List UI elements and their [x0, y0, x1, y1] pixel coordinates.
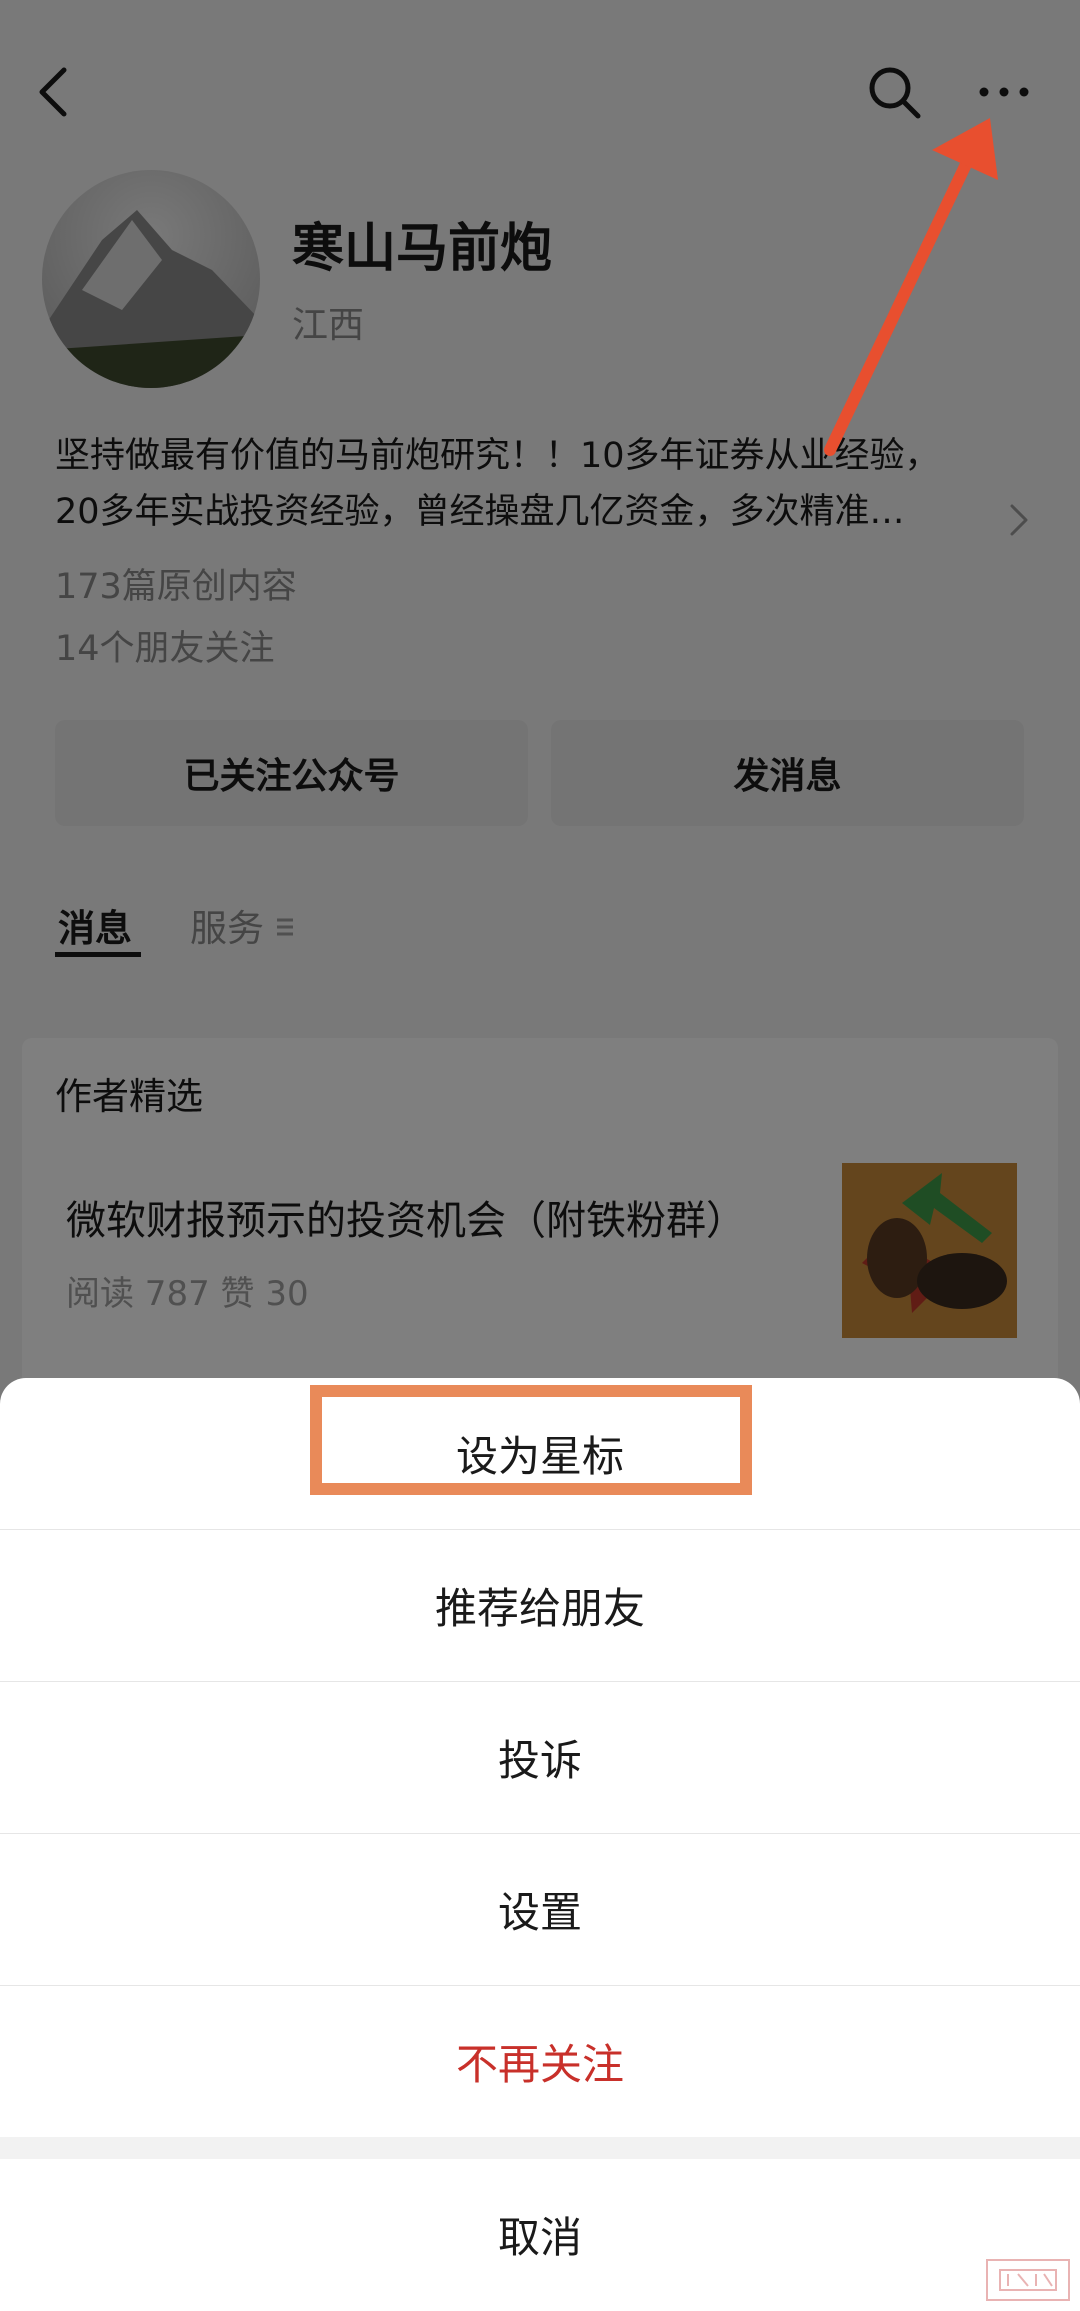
annotation-arrow	[824, 118, 998, 456]
report-item[interactable]: 投诉	[0, 1682, 1080, 1833]
sheet-gap	[0, 2137, 1080, 2159]
recommend-item[interactable]: 推荐给朋友	[0, 1530, 1080, 1681]
action-sheet: 设为星标 推荐给朋友 投诉 设置 不再关注 取消	[0, 1378, 1080, 2311]
settings-item[interactable]: 设置	[0, 1834, 1080, 1985]
unfollow-item[interactable]: 不再关注	[0, 1986, 1080, 2137]
seal-icon	[999, 2269, 1057, 2291]
highlight-box	[310, 1385, 752, 1495]
cancel-item[interactable]: 取消	[0, 2159, 1080, 2310]
profile-page: 寒山马前炮 江西 坚持做最有价值的马前炮研究！！10多年证券从业经验， 20多年…	[0, 0, 1080, 2311]
watermark-seal	[986, 2259, 1070, 2301]
